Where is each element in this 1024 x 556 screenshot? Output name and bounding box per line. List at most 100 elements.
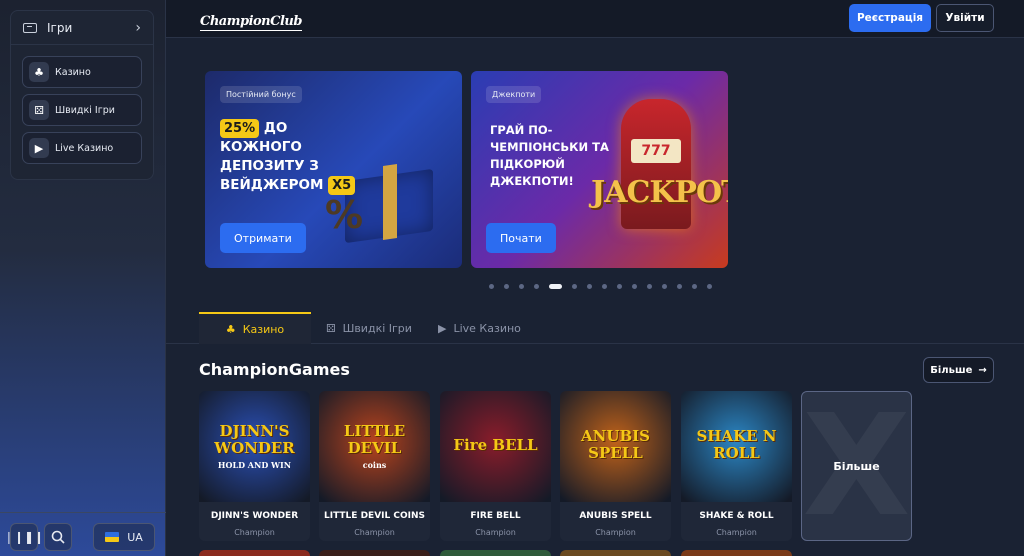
game-card-partial[interactable] bbox=[319, 550, 430, 556]
game-art-title: ANUBIS SPELL bbox=[581, 427, 650, 462]
get-bonus-button[interactable]: Отримати bbox=[220, 223, 306, 253]
language-label: UA bbox=[127, 530, 143, 544]
top-header: ChampionClub Реєстрація Увійти bbox=[166, 0, 1024, 38]
game-art-subtitle: coins bbox=[362, 460, 387, 470]
games-menu-label: Ігри bbox=[47, 20, 73, 35]
carousel-dot[interactable] bbox=[647, 284, 652, 289]
carousel-dot[interactable] bbox=[534, 284, 539, 289]
carousel-dot[interactable] bbox=[587, 284, 592, 289]
game-card[interactable]: Fire BELL FIRE BELL Champion bbox=[440, 391, 551, 541]
game-card[interactable]: ANUBIS SPELL ANUBIS SPELL Champion bbox=[560, 391, 671, 541]
games-icon bbox=[23, 22, 37, 33]
game-name: ANUBIS SPELL bbox=[579, 511, 652, 521]
tab-fast-games[interactable]: ⚄ Швидкі Ігри bbox=[326, 312, 412, 344]
game-provider: Champion bbox=[716, 528, 757, 537]
game-thumbnail: Fire BELL bbox=[440, 391, 551, 502]
login-button[interactable]: Увійти bbox=[936, 4, 994, 32]
games-menu-header[interactable]: Ігри › bbox=[11, 11, 153, 45]
game-thumbnail: ANUBIS SPELL bbox=[560, 391, 671, 502]
carousel-dot[interactable] bbox=[617, 284, 622, 289]
search-button[interactable] bbox=[44, 523, 72, 551]
game-card[interactable]: DJINN'S WONDER HOLD AND WIN DJINN'S WONDER… bbox=[199, 391, 310, 541]
search-icon bbox=[51, 530, 65, 544]
carousel-dot[interactable] bbox=[519, 284, 524, 289]
game-card-partial[interactable] bbox=[199, 550, 310, 556]
bonus-percent-badge: 25% bbox=[220, 119, 260, 138]
game-name: LITTLE DEVIL COINS bbox=[323, 511, 425, 521]
tab-label: Швидкі Ігри bbox=[342, 321, 412, 335]
sidebar-item-label: Live Казино bbox=[55, 142, 114, 154]
game-thumbnail: SHAKE N ROLL bbox=[681, 391, 792, 502]
promo-banner-bonus[interactable]: % Постійний бонус 25% до кожного депозит… bbox=[205, 71, 462, 268]
game-card-partial[interactable] bbox=[681, 550, 792, 556]
more-button[interactable]: Більше → bbox=[923, 357, 994, 383]
game-name: DJINN'S WONDER bbox=[210, 511, 299, 521]
language-selector[interactable]: UA bbox=[93, 523, 155, 551]
arrow-right-icon: → bbox=[978, 364, 987, 376]
tab-label: Live Казино bbox=[453, 321, 521, 335]
carousel-dot[interactable] bbox=[662, 284, 667, 289]
carousel-dot[interactable] bbox=[602, 284, 607, 289]
carousel-dot[interactable] bbox=[692, 284, 697, 289]
game-art-subtitle: HOLD AND WIN bbox=[217, 460, 292, 470]
carousel-dot[interactable] bbox=[504, 284, 509, 289]
sidebar-item-casino[interactable]: ♣ Казино bbox=[22, 56, 142, 88]
sidebar-item-label: Швидкі Ігри bbox=[55, 104, 115, 116]
carousel-dot[interactable] bbox=[707, 284, 712, 289]
game-art-title: SHAKE N ROLL bbox=[696, 427, 777, 462]
voice-button[interactable]: ❘❙❚❙ bbox=[4, 523, 44, 551]
game-art-title: DJINN'S WONDER bbox=[214, 422, 295, 457]
carousel-dot[interactable] bbox=[632, 284, 637, 289]
tab-live-casino[interactable]: ▶ Live Казино bbox=[438, 312, 521, 344]
slot-reels: 777 bbox=[631, 139, 681, 163]
start-button[interactable]: Почати bbox=[486, 223, 556, 253]
banner-tag: Джекпоти bbox=[486, 86, 542, 103]
more-card-label: Більше bbox=[833, 459, 880, 473]
tab-label: Казино bbox=[242, 322, 285, 336]
game-provider: Champion bbox=[595, 528, 636, 537]
game-art-title: Fire BELL bbox=[453, 435, 538, 454]
game-name: SHAKE & ROLL bbox=[699, 511, 774, 521]
game-card-partial[interactable] bbox=[440, 550, 551, 556]
game-provider: Champion bbox=[475, 528, 516, 537]
ukraine-flag-icon bbox=[105, 532, 120, 542]
carousel-pagination bbox=[489, 284, 722, 289]
section-title: ChampionGames bbox=[199, 360, 350, 379]
more-button-label: Більше bbox=[930, 364, 973, 376]
register-button[interactable]: Реєстрація bbox=[849, 4, 931, 32]
dice-icon: ⚄ bbox=[29, 100, 49, 120]
game-art-title: LITTLE DEVIL bbox=[343, 422, 406, 457]
site-logo[interactable]: ChampionClub bbox=[200, 5, 302, 31]
more-games-card[interactable]: X Більше bbox=[801, 385, 912, 548]
promo-banner-jackpot[interactable]: 777 JACKPOT Джекпоти Грай по-чемпіонськи… bbox=[471, 71, 728, 268]
sidebar-item-label: Казино bbox=[55, 66, 91, 78]
game-card-partial[interactable] bbox=[560, 550, 671, 556]
carousel-dot[interactable] bbox=[572, 284, 577, 289]
game-name: FIRE BELL bbox=[470, 511, 521, 521]
sidebar-bottom-bar: ❘❙❚❙ UA bbox=[0, 512, 166, 556]
casino-icon: ♣ bbox=[29, 62, 49, 82]
carousel-dot[interactable] bbox=[677, 284, 682, 289]
sidebar-item-live-casino[interactable]: ▶ Live Казино bbox=[22, 132, 142, 164]
game-provider: Champion bbox=[234, 528, 275, 537]
banner-title: Грай по-чемпіонськи та підкорюй джекпоти… bbox=[490, 123, 609, 188]
tv-icon: ▶ bbox=[29, 138, 49, 158]
soundwave-icon: ❘❙❚❙ bbox=[3, 530, 45, 544]
carousel-dot[interactable] bbox=[489, 284, 494, 289]
sidebar-item-fast-games[interactable]: ⚄ Швидкі Ігри bbox=[22, 94, 142, 126]
logo-text: ChampionClub bbox=[200, 14, 302, 31]
dice-icon: ⚄ bbox=[326, 321, 336, 335]
banner-title: 25% до кожного депозиту з вейджером x5 bbox=[220, 119, 370, 195]
game-card[interactable]: SHAKE N ROLL SHAKE & ROLL Champion bbox=[681, 391, 792, 541]
banner-tag: Постійний бонус bbox=[220, 86, 302, 103]
tv-icon: ▶ bbox=[438, 321, 447, 335]
game-provider: Champion bbox=[354, 528, 395, 537]
games-menu: Ігри › ♣ Казино ⚄ Швидкі Ігри ▶ Live Каз… bbox=[10, 10, 154, 180]
carousel-dot[interactable] bbox=[549, 284, 562, 289]
game-card[interactable]: LITTLE DEVIL coins LITTLE DEVIL COINS Champ… bbox=[319, 391, 430, 541]
tab-casino[interactable]: ♣ Казино bbox=[199, 312, 311, 344]
casino-icon: ♣ bbox=[225, 322, 236, 336]
sidebar: Ігри › ♣ Казино ⚄ Швидкі Ігри ▶ Live Каз… bbox=[0, 0, 166, 556]
category-tabs: ♣ Казино ⚄ Швидкі Ігри ▶ Live Казино bbox=[166, 312, 1024, 344]
wager-badge: x5 bbox=[328, 176, 356, 195]
